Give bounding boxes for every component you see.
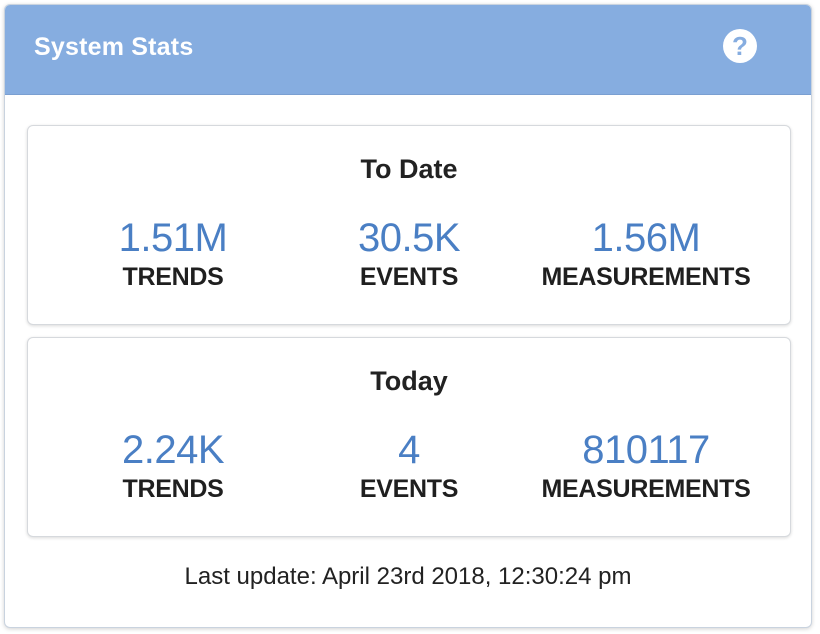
today-trends-stat: 2.24K TRENDS	[53, 426, 293, 504]
question-circle-icon[interactable]: ?	[723, 29, 757, 63]
to-date-events-stat: 30.5K EVENTS	[289, 214, 529, 292]
today-measurements-value: 810117	[582, 428, 710, 472]
to-date-trends-value: 1.51M	[118, 216, 228, 260]
today-events-label: EVENTS	[359, 475, 459, 503]
panel-title: System Stats	[34, 33, 194, 61]
to-date-measurements-value: 1.56M	[591, 216, 701, 260]
system-stats-panel: System Stats ? To Date 1.51M TRENDS 30.5…	[4, 4, 812, 628]
today-stats-row: 2.24K TRENDS 4 EVENTS 810117 MEASUREMENT…	[28, 426, 790, 516]
today-events-value: 4	[398, 428, 420, 472]
today-measurements-label: MEASUREMENTS	[541, 475, 751, 503]
today-trends-value: 2.24K	[121, 428, 225, 472]
to-date-events-label: EVENTS	[359, 263, 459, 291]
today-trends-label: TRENDS	[122, 475, 224, 503]
to-date-measurements-stat: 1.56M MEASUREMENTS	[526, 214, 766, 292]
panel-header: System Stats ?	[5, 5, 811, 95]
to-date-measurements-label: MEASUREMENTS	[541, 263, 751, 291]
to-date-title: To Date	[360, 154, 458, 184]
today-card: Today 2.24K TRENDS 4 EVENTS 810117 MEASU…	[27, 337, 791, 537]
to-date-trends-stat: 1.51M TRENDS	[53, 214, 293, 292]
today-measurements-stat: 810117 MEASUREMENTS	[526, 426, 766, 504]
last-update-text: Last update: April 23rd 2018, 12:30:24 p…	[184, 563, 632, 590]
today-title: Today	[370, 366, 448, 396]
to-date-events-value: 30.5K	[357, 216, 461, 260]
today-events-stat: 4 EVENTS	[289, 426, 529, 504]
to-date-stats-row: 1.51M TRENDS 30.5K EVENTS 1.56M MEASUREM…	[28, 214, 790, 304]
to-date-trends-label: TRENDS	[122, 263, 224, 291]
to-date-card: To Date 1.51M TRENDS 30.5K EVENTS 1.56M …	[27, 125, 791, 325]
